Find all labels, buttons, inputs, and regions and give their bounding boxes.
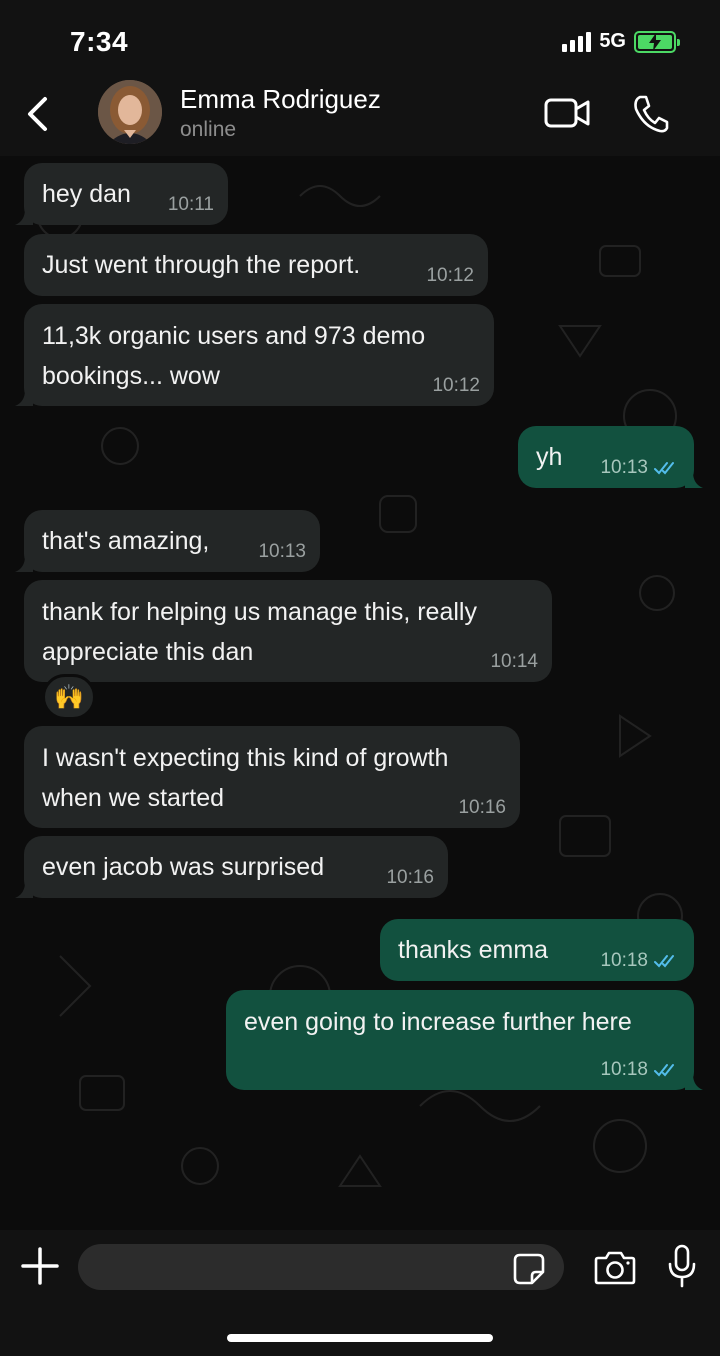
message-reaction[interactable]: 🙌 <box>42 674 96 720</box>
attach-button[interactable] <box>20 1246 60 1286</box>
signal-bars-icon <box>562 31 592 52</box>
message-time: 10:13 <box>600 458 680 478</box>
chevron-left-icon <box>28 97 47 131</box>
camera-button[interactable] <box>594 1248 636 1286</box>
message-text: thank for helping us manage this, really… <box>42 598 477 666</box>
message-input[interactable] <box>78 1244 564 1290</box>
read-receipt-icon <box>654 1064 674 1077</box>
battery-charging-icon <box>634 30 680 53</box>
message-time: 10:14 <box>490 651 538 672</box>
message-bubble-incoming[interactable]: Just went through the report. 10:12 <box>24 234 488 296</box>
sticker-button[interactable] <box>512 1252 546 1286</box>
read-receipt-icon <box>654 955 674 968</box>
sticker-icon <box>513 1253 545 1285</box>
message-time: 10:18 <box>600 1060 680 1080</box>
message-time: 10:12 <box>432 375 480 396</box>
message-time: 10:13 <box>258 541 306 562</box>
avatar[interactable] <box>98 80 162 144</box>
message-time: 10:18 <box>600 951 680 971</box>
video-camera-icon <box>544 98 590 128</box>
message-text: Just went through the report. <box>42 251 361 279</box>
message-time: 10:11 <box>167 194 214 215</box>
status-time: 7:34 <box>70 26 129 57</box>
phone-icon <box>634 95 669 133</box>
microphone-icon <box>668 1244 696 1288</box>
home-indicator[interactable] <box>227 1334 493 1342</box>
message-text: even jacob was surprised <box>42 853 325 881</box>
message-time: 10:12 <box>426 265 474 286</box>
status-indicators: 5G <box>562 30 680 53</box>
message-text: even going to increase further here <box>244 1008 632 1036</box>
message-composer <box>0 1230 720 1356</box>
message-bubble-outgoing[interactable]: thanks emma 10:18 <box>380 919 694 981</box>
plus-icon <box>21 1247 59 1285</box>
contact-name[interactable]: Emma Rodriguez <box>180 84 381 115</box>
back-button[interactable] <box>20 92 54 136</box>
read-receipt-icon <box>654 462 674 475</box>
message-bubble-incoming[interactable]: I wasn't expecting this kind of growth w… <box>24 726 520 828</box>
message-text: 11,3k organic users and 973 demo booking… <box>42 322 426 390</box>
message-list[interactable]: hey dan 10:11 Just went through the repo… <box>0 156 720 1230</box>
video-call-button[interactable] <box>544 96 590 130</box>
chat-header: 7:34 5G Emma Rodriguez online <box>0 0 720 156</box>
message-bubble-incoming[interactable]: 11,3k organic users and 973 demo booking… <box>15 304 494 406</box>
voice-call-button[interactable] <box>632 94 670 134</box>
message-bubble-incoming[interactable]: even jacob was surprised 10:16 <box>15 836 448 898</box>
network-type: 5G <box>599 30 626 52</box>
message-time: 10:16 <box>386 867 434 888</box>
camera-icon <box>594 1251 636 1285</box>
message-text: I wasn't expecting this kind of growth w… <box>42 744 449 812</box>
message-time: 10:16 <box>458 797 506 818</box>
message-bubble-incoming[interactable]: thank for helping us manage this, really… <box>24 580 552 682</box>
contact-status: online <box>180 118 237 141</box>
message-bubble-incoming[interactable]: hey dan 10:11 <box>15 163 228 225</box>
voice-message-button[interactable] <box>666 1244 698 1288</box>
message-bubble-outgoing[interactable]: even going to increase further here 10:1… <box>226 990 703 1090</box>
message-bubble-incoming[interactable]: that's amazing, 10:13 <box>15 510 320 572</box>
message-bubble-outgoing[interactable]: yh 10:13 <box>518 426 703 488</box>
